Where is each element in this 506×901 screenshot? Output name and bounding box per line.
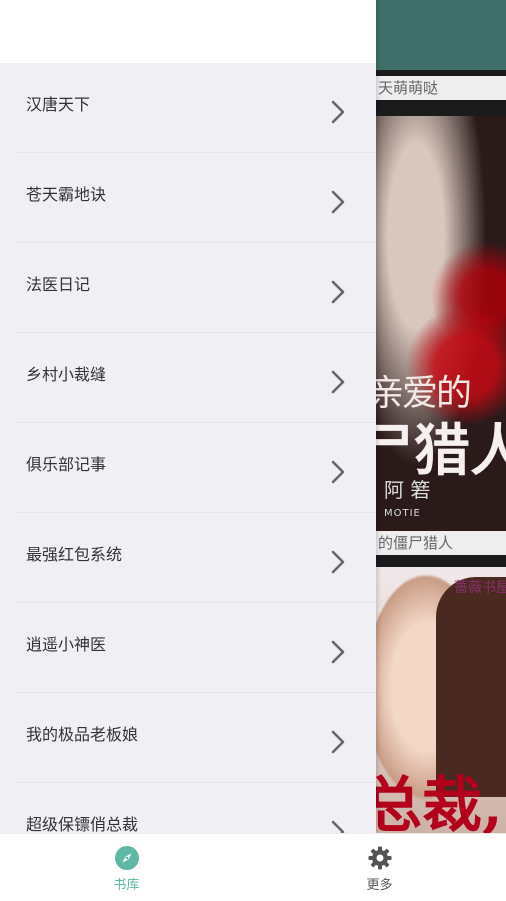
- chevron-right-icon: [330, 820, 346, 833]
- chevron-right-icon: [330, 100, 346, 124]
- nav-more-label: 更多: [366, 878, 393, 893]
- compass-icon: [114, 846, 139, 870]
- drawer-item-label: 乡村小裁缝: [26, 365, 107, 384]
- nav-more[interactable]: 更多: [253, 834, 506, 901]
- drawer-item[interactable]: 我的极品老板娘: [16, 693, 376, 783]
- drawer-item-label: 苍天霸地诀: [26, 185, 107, 204]
- chevron-right-icon: [330, 190, 346, 214]
- nav-library[interactable]: 书库: [0, 834, 253, 901]
- cover-publisher: MOTIE: [384, 508, 421, 519]
- chevron-right-icon: [330, 370, 346, 394]
- drawer-item[interactable]: 逍遥小神医: [16, 603, 376, 693]
- navigation-drawer: 汉唐天下苍天霸地诀法医日记乡村小裁缝俱乐部记事最强红包系统 逍遥小神医我的极品老板…: [0, 0, 376, 833]
- book-cover[interactable]: 蔷薇书屋 总裁,: [376, 567, 506, 833]
- drawer-item[interactable]: 苍天霸地诀: [16, 153, 376, 243]
- drawer-item[interactable]: 超级保镖俏总裁: [16, 783, 376, 833]
- nav-library-label: 书库: [113, 878, 140, 893]
- cover-title: 总裁,: [376, 771, 503, 833]
- chevron-right-icon: [330, 460, 346, 484]
- drawer-item[interactable]: 最强红包系统: [16, 513, 376, 603]
- chevron-right-icon: [330, 730, 346, 754]
- chevron-right-icon: [330, 280, 346, 304]
- cover-author: 阿 箬: [384, 478, 431, 502]
- book-caption: 的僵尸猎人: [376, 531, 506, 555]
- gear-icon: [368, 846, 392, 870]
- drawer-item-label: 法医日记: [26, 275, 91, 294]
- book-caption: 天萌萌哒: [376, 76, 506, 100]
- book-cover[interactable]: 亲爱的 尸猎人 阿 箬 MOTIE: [376, 116, 506, 532]
- drawer-item[interactable]: 法医日记: [16, 243, 376, 333]
- drawer-header: [0, 0, 376, 63]
- drawer-item[interactable]: 汉唐天下: [16, 63, 376, 153]
- drawer-item-label: 俱乐部记事: [26, 455, 107, 474]
- drawer-item-label: 我的极品老板娘: [26, 725, 139, 744]
- drawer-item-label: 最强红包系统: [26, 545, 123, 564]
- drawer-item-label: 超级保镖俏总裁: [26, 815, 139, 833]
- drawer-item[interactable]: 俱乐部记事: [16, 423, 376, 513]
- bottom-navigation: 书库 更多: [0, 833, 506, 901]
- drawer-item[interactable]: 乡村小裁缝: [16, 333, 376, 423]
- chevron-right-icon: [330, 550, 346, 574]
- cover-brand: 蔷薇书屋: [454, 580, 506, 596]
- chevron-right-icon: [330, 640, 346, 664]
- drawer-item-label: 汉唐天下: [26, 95, 91, 114]
- drawer-item-label: 逍遥小神医: [26, 635, 107, 654]
- drawer-list: 汉唐天下苍天霸地诀法医日记乡村小裁缝俱乐部记事最强红包系统 逍遥小神医我的极品老板…: [0, 63, 376, 833]
